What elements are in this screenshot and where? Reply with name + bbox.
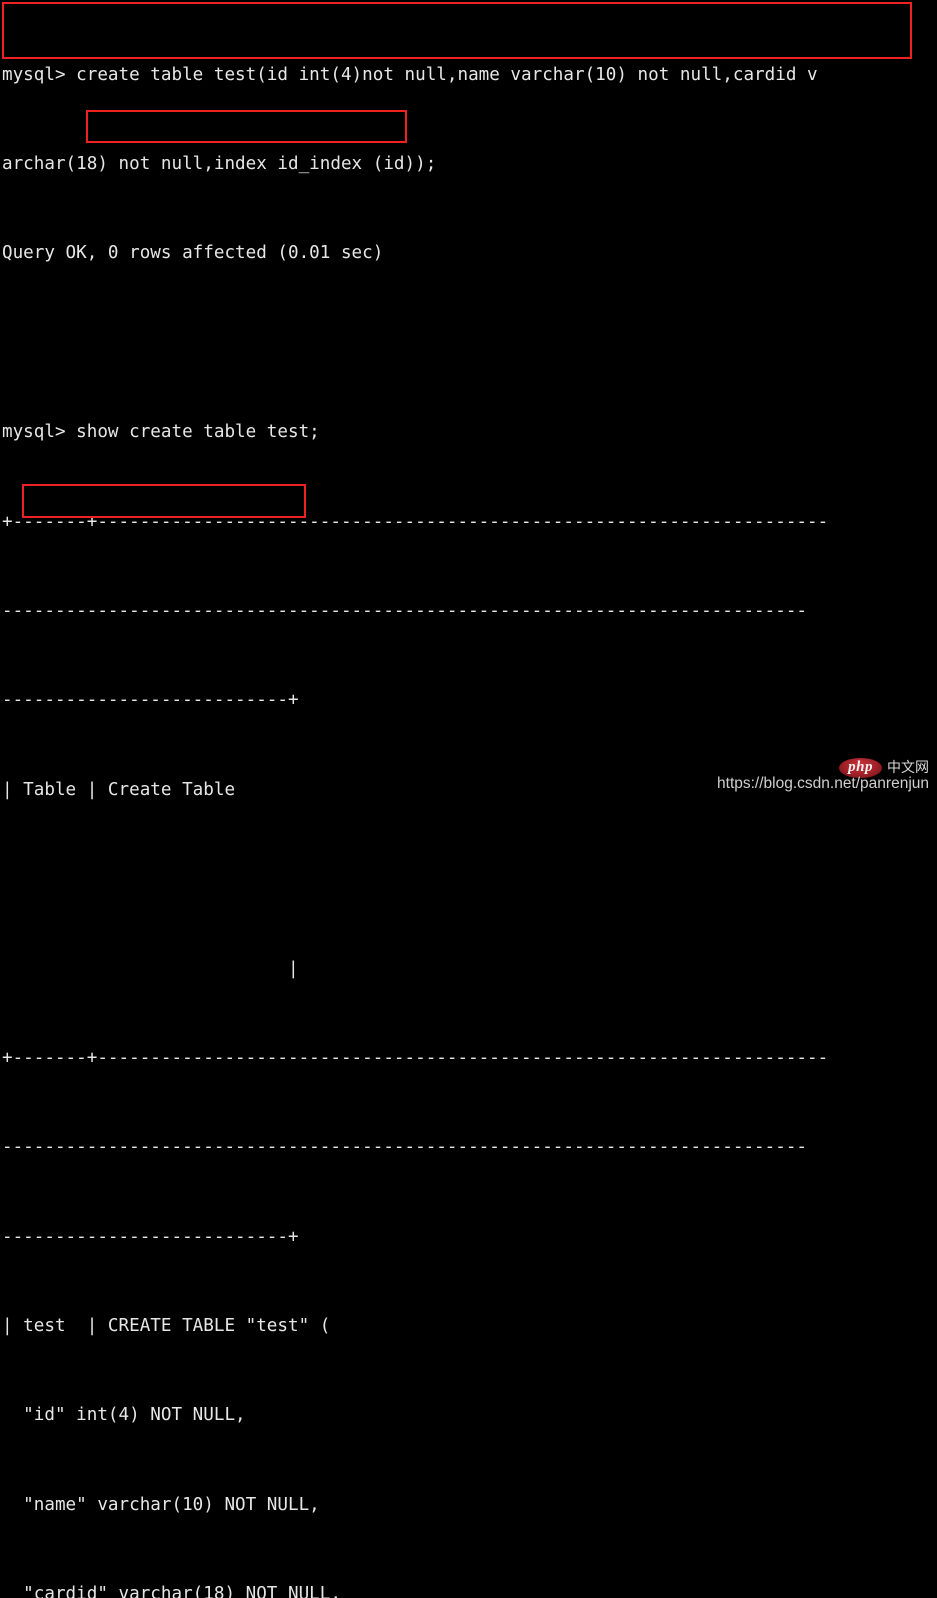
terminal-line: mysql> create table test(id int(4)not nu…: [2, 64, 818, 85]
terminal-line: archar(18) not null,index id_index (id))…: [2, 153, 437, 174]
terminal-line: |: [2, 958, 299, 979]
terminal-line: mysql> show create table test;: [2, 422, 320, 443]
terminal-line: | test | CREATE TABLE "test" (: [2, 1316, 331, 1337]
terminal-window[interactable]: mysql> create table test(id int(4)not nu…: [0, 0, 937, 1598]
terminal-line: ----------------------------------------…: [2, 600, 808, 621]
terminal-line: "cardid" varchar(18) NOT NULL,: [2, 1584, 341, 1598]
terminal-line: ----------------------------------------…: [2, 1137, 808, 1158]
terminal-line: ---------------------------+: [2, 1226, 299, 1247]
terminal-output: mysql> create table test(id int(4)not nu…: [2, 1, 937, 1598]
terminal-line: "id" int(4) NOT NULL,: [2, 1405, 246, 1426]
terminal-line: +-------+-------------------------------…: [2, 1047, 829, 1068]
terminal-line: +-------+-------------------------------…: [2, 511, 829, 532]
terminal-line: "name" varchar(10) NOT NULL,: [2, 1494, 320, 1515]
terminal-line: | Table | Create Table: [2, 779, 236, 800]
terminal-line: Query OK, 0 rows affected (0.01 sec): [2, 243, 384, 264]
terminal-line: ---------------------------+: [2, 690, 299, 711]
